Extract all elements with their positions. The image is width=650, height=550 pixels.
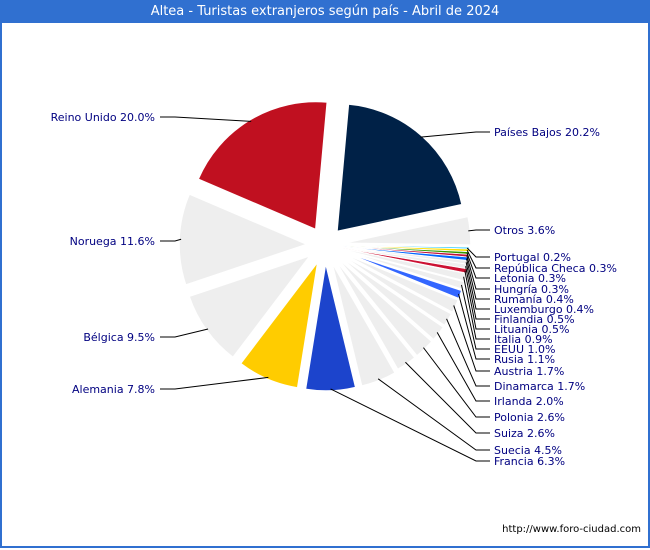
leader-line-alemania bbox=[160, 376, 269, 390]
slice-label-paises-bajos: Países Bajos 20.2% bbox=[494, 126, 600, 139]
pie-slices bbox=[178, 100, 472, 392]
slice-label-alemania: Alemania 7.8% bbox=[72, 383, 155, 396]
leader-line-austria bbox=[453, 305, 490, 372]
slice-label-francia: Francia 6.3% bbox=[494, 455, 565, 468]
leader-line-suecia bbox=[377, 378, 490, 451]
pie-slice-paises-bajos bbox=[336, 103, 463, 233]
source-url[interactable]: http://www.foro-ciudad.com bbox=[502, 524, 641, 535]
slice-label-irlanda: Irlanda 2.0% bbox=[494, 395, 564, 408]
leader-line-noruega bbox=[160, 238, 182, 242]
leader-line-paises-bajos bbox=[420, 131, 490, 138]
leader-line-portugal bbox=[466, 247, 490, 258]
leader-line-reino-unido bbox=[160, 116, 252, 122]
slice-label-polonia: Polonia 2.6% bbox=[494, 411, 565, 424]
leader-line-republica-checa bbox=[466, 249, 490, 269]
leader-line-suiza bbox=[405, 361, 490, 434]
leader-line-irlanda bbox=[436, 332, 490, 402]
slice-label-otros: Otros 3.6% bbox=[494, 224, 555, 237]
slice-label-belgica: Bélgica 9.5% bbox=[83, 331, 155, 344]
slice-labels: Países Bajos 20.2%Otros 3.6%Portugal 0.2… bbox=[51, 111, 617, 468]
slice-label-austria: Austria 1.7% bbox=[494, 365, 564, 378]
leader-line-otros bbox=[468, 229, 490, 232]
leader-line-polonia bbox=[423, 347, 490, 418]
slice-label-reino-unido: Reino Unido 20.0% bbox=[51, 111, 155, 124]
pie-chart: Países Bajos 20.2%Otros 3.6%Portugal 0.2… bbox=[51, 100, 617, 468]
leader-line-francia bbox=[330, 388, 490, 462]
slice-label-dinamarca: Dinamarca 1.7% bbox=[494, 380, 585, 393]
slice-label-noruega: Noruega 11.6% bbox=[70, 235, 155, 248]
leader-line-belgica bbox=[160, 328, 209, 338]
slice-label-suiza: Suiza 2.6% bbox=[494, 427, 555, 440]
